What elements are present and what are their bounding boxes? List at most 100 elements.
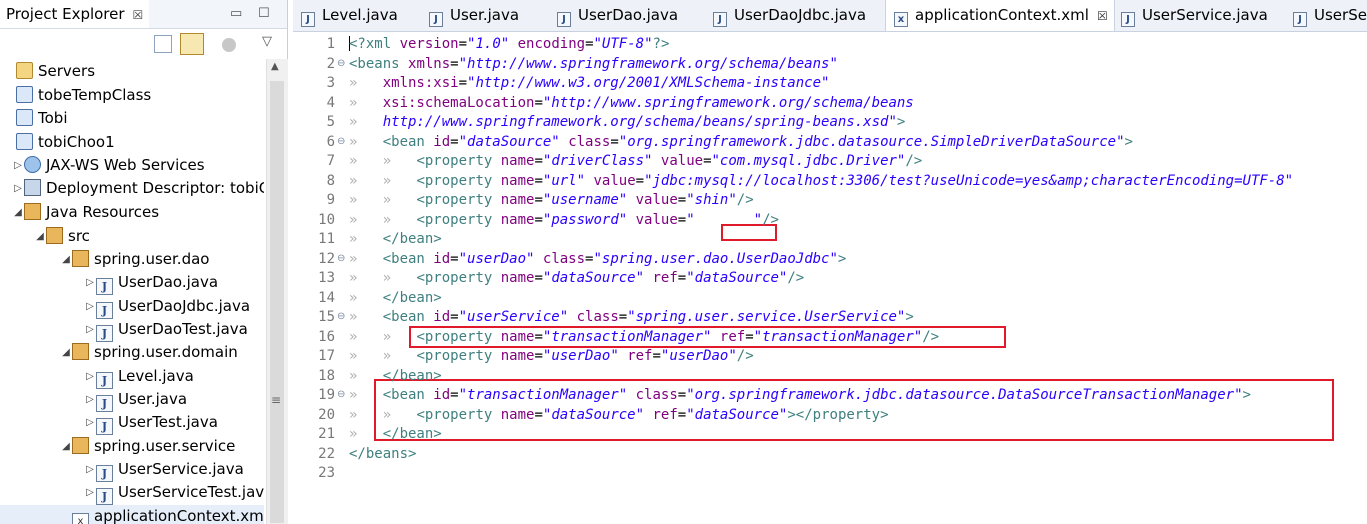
code-line[interactable]: <?xml version="1.0" encoding="UTF-8"?>	[349, 35, 669, 55]
fold-toggle-icon[interactable]: ⊖	[337, 389, 345, 400]
tree-item[interactable]: ▷ JAX-WS Web Services	[0, 154, 205, 177]
code-token: id	[433, 309, 451, 325]
code-token: xmlns	[408, 55, 451, 72]
tree-item[interactable]: ▷ J UserDaoJdbc.java	[0, 295, 251, 319]
tree-item[interactable]: ▷ J UserServiceTest.java	[0, 481, 264, 505]
editor-tab[interactable]: J UserSe	[1293, 0, 1367, 30]
line-number: 4	[326, 94, 335, 111]
link-with-editor-icon[interactable]	[180, 33, 204, 55]
tree-item[interactable]: ▷ J UserService.java	[0, 458, 244, 482]
tree-item[interactable]: tobiChoo1	[0, 131, 115, 154]
tree-item-label: UserService.java	[118, 460, 244, 478]
code-line[interactable]: » » <property name="dataSource" ref="dat…	[349, 406, 889, 426]
code-line[interactable]: » xmlns:xsi="http://www.w3.org/2001/XMLS…	[349, 74, 829, 94]
expand-toggle-icon[interactable]: ▷	[84, 388, 96, 411]
code-line[interactable]: » </bean>	[349, 425, 442, 445]
expand-toggle-icon[interactable]: ◢	[34, 225, 46, 248]
code-line[interactable]: » <bean id="dataSource" class="org.sprin…	[349, 133, 1133, 153]
tree-item[interactable]: x applicationContext.xml	[0, 505, 264, 524]
java-file-icon: J	[713, 12, 727, 27]
minimize-icon[interactable]: ▭	[230, 6, 242, 21]
editor-tab[interactable]: J User.java	[429, 0, 519, 30]
fold-toggle-icon[interactable]: ⊖	[337, 58, 345, 69]
tree-item[interactable]: tobeTempClass	[0, 84, 151, 107]
tree-item[interactable]: Servers	[0, 60, 95, 83]
expand-toggle-icon[interactable]: ◢	[60, 435, 72, 458]
code-line[interactable]: » » <property name="transactionManager" …	[349, 328, 939, 348]
tree-item[interactable]: ▷ J UserDaoTest.java	[0, 318, 248, 342]
scroll-up-icon[interactable]: ▲	[271, 61, 279, 72]
project-explorer-panel: Project Explorer ☒ ▭ ☐ ▽ Servers tobeTempC…	[0, 0, 288, 524]
expand-toggle-icon[interactable]: ◢	[60, 341, 72, 364]
editor-tab[interactable]: J UserDao.java	[557, 0, 678, 30]
expand-toggle-icon[interactable]: ▷	[84, 295, 96, 318]
tree-item[interactable]: ◢ spring.user.dao	[0, 248, 209, 271]
line-number: 21	[318, 426, 335, 442]
tree-item[interactable]: ▷ J UserDao.java	[0, 271, 218, 295]
code-token: id	[433, 250, 451, 267]
tree-item[interactable]: ▷ J Level.java	[0, 365, 194, 389]
view-menu-icon[interactable]: ▽	[262, 34, 272, 49]
code-line[interactable]: » » <property name="username" value="shi…	[349, 191, 754, 211]
tree-item-label: UserDaoJdbc.java	[118, 297, 251, 315]
code-line[interactable]: » <bean id="transactionManager" class="o…	[349, 386, 1251, 406]
indent-guide: »	[349, 231, 383, 247]
code-line[interactable]: » » <property name="url" value="jdbc:mys…	[349, 172, 1293, 192]
expand-toggle-icon[interactable]: ▷	[84, 365, 96, 388]
tree-item[interactable]: ◢ spring.user.domain	[0, 341, 238, 364]
expand-toggle-icon[interactable]: ▷	[84, 271, 96, 294]
scrollbar-grip-icon: ≡	[271, 393, 282, 407]
tree-item[interactable]: ▷ J UserTest.java	[0, 411, 218, 435]
code-line[interactable]: » » <property name="userDao" ref="userDa…	[349, 347, 754, 367]
fold-toggle-icon[interactable]: ⊖	[337, 253, 345, 264]
tree-item[interactable]: Tobi	[0, 107, 67, 130]
code-line[interactable]: </beans>	[349, 445, 416, 465]
maximize-icon[interactable]: ☐	[258, 6, 270, 21]
expand-toggle-icon[interactable]: ▷	[84, 458, 96, 481]
code-area[interactable]: <?xml version="1.0" encoding="UTF-8"?> <b…	[349, 31, 1367, 524]
fold-toggle-icon[interactable]: ⊖	[337, 136, 345, 147]
expand-toggle-icon[interactable]: ◢	[12, 201, 24, 224]
code-line[interactable]: » </bean>	[349, 367, 442, 387]
close-icon[interactable]: ☒	[133, 8, 144, 22]
code-line[interactable]: » <bean id="userDao" class="spring.user.…	[349, 250, 846, 270]
collapse-all-icon[interactable]	[154, 35, 172, 53]
tree-item[interactable]: ▷ J User.java	[0, 388, 187, 412]
focus-icon[interactable]	[222, 38, 236, 52]
editor-tab[interactable]: x applicationContext.xml ☒	[885, 0, 1115, 31]
close-icon[interactable]: ☒	[1097, 9, 1108, 23]
expand-toggle-icon[interactable]: ▷	[84, 411, 96, 434]
expand-toggle-icon[interactable]: ▷	[12, 154, 24, 177]
scrollbar-thumb[interactable]	[270, 81, 284, 523]
line-number: 3	[326, 75, 335, 91]
tab-project-explorer[interactable]: Project Explorer ☒	[0, 0, 150, 28]
code-line[interactable]: » http://www.springframework.org/schema/…	[349, 113, 905, 133]
tree-item[interactable]: ▷ Deployment Descriptor: tobiC	[0, 177, 264, 200]
code-line[interactable]: » </bean>	[349, 230, 442, 250]
code-line[interactable]: » » <property name="driverClass" value="…	[349, 152, 922, 172]
tree-item[interactable]: ◢ Java Resources	[0, 201, 159, 224]
expand-toggle-icon[interactable]: ▷	[12, 177, 24, 200]
code-line[interactable]: » <bean id="userService" class="spring.u…	[349, 308, 914, 328]
expand-toggle-icon[interactable]: ▷	[84, 318, 96, 341]
editor-tab[interactable]: J UserService.java	[1121, 0, 1268, 30]
tree-item[interactable]: ◢ spring.user.service	[0, 435, 235, 458]
fold-toggle-icon[interactable]: ⊖	[337, 311, 345, 322]
editor-tab[interactable]: J UserDaoJdbc.java	[713, 0, 866, 30]
code-token: class	[576, 309, 619, 325]
code-token: value	[635, 211, 678, 228]
code-line[interactable]: <beans xmlns="http://www.springframework…	[349, 55, 838, 75]
code-token: encoding	[517, 36, 586, 52]
code-line[interactable]: » » <property name="dataSource" ref="dat…	[349, 269, 804, 289]
code-token: <property	[416, 348, 501, 364]
expand-toggle-icon[interactable]: ▷	[84, 481, 96, 504]
tree-scrollbar[interactable]: ▲ ≡	[266, 59, 288, 524]
editor-tab[interactable]: J Level.java	[301, 0, 398, 30]
line-number: 20	[318, 406, 335, 423]
code-line[interactable]: » xsi:schemaLocation="http://www.springf…	[349, 94, 914, 114]
code-line[interactable]: » </bean>	[349, 289, 442, 309]
code-token: "com.mysql.jdbc.Driver"	[711, 153, 906, 169]
code-line[interactable]: » » <property name="password" value=" "/…	[349, 211, 779, 231]
expand-toggle-icon[interactable]: ◢	[60, 248, 72, 271]
tree-item[interactable]: ◢ src	[0, 225, 90, 248]
